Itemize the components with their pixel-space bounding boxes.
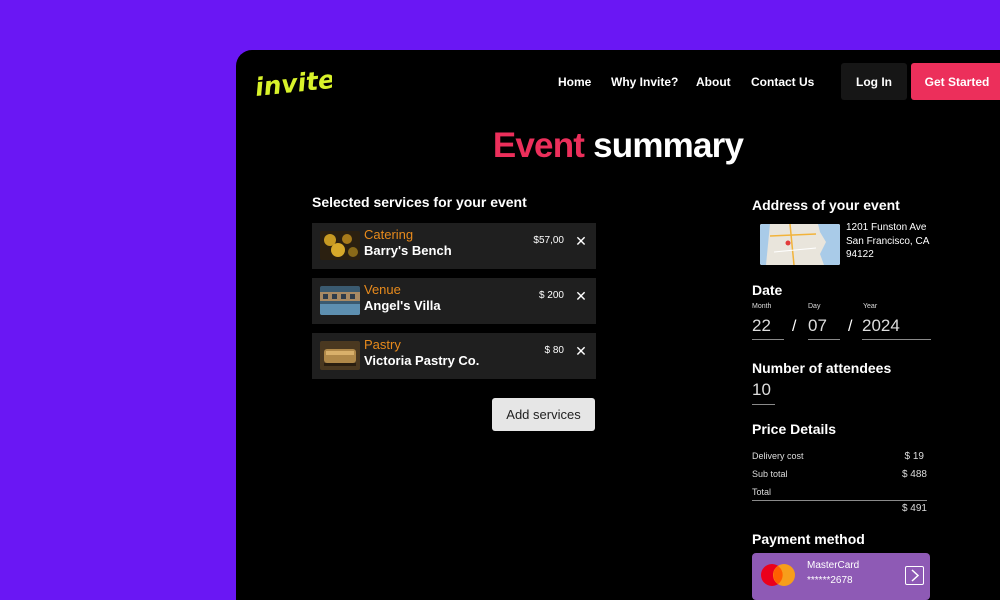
total-label: Total	[752, 487, 772, 497]
day-label: Day	[808, 303, 821, 310]
total-divider	[752, 500, 927, 501]
address-text: 1201 Funston Ave San Francisco, CA 94122	[846, 221, 946, 262]
service-item-venue: Venue Angel's Villa $ 200 ✕	[312, 278, 596, 324]
attendees-heading: Number of attendees	[752, 360, 892, 376]
card-brand: MasterCard	[807, 560, 860, 571]
attendees-field[interactable]: 10	[752, 380, 771, 400]
add-services-button[interactable]: Add services	[492, 398, 595, 431]
month-underline	[752, 339, 784, 340]
payment-card[interactable]: MasterCard ******2678	[752, 553, 930, 600]
day-underline	[808, 339, 840, 340]
year-underline	[862, 339, 931, 340]
pastry-thumbnail	[320, 341, 360, 370]
nav-home[interactable]: Home	[558, 75, 591, 89]
page-title-rest: summary	[593, 126, 744, 165]
service-name: Victoria Pastry Co.	[364, 353, 480, 368]
delivery-row: Delivery cost $ 19	[752, 451, 924, 462]
card-number: ******2678	[807, 575, 853, 586]
map-thumbnail[interactable]	[760, 224, 840, 265]
chevron-right-icon[interactable]	[905, 566, 924, 585]
nav-why-invite[interactable]: Why Invite?	[611, 75, 678, 89]
mastercard-icon	[761, 564, 795, 586]
attendees-underline	[752, 404, 775, 405]
page-title-accent: Event	[492, 126, 585, 165]
address-line-1: 1201 Funston Ave	[846, 222, 927, 233]
get-started-button[interactable]: Get Started	[911, 63, 1000, 100]
close-icon[interactable]: ✕	[574, 288, 588, 305]
login-button[interactable]: Log In	[841, 63, 907, 100]
address-line-2: San Francisco, CA	[846, 235, 930, 247]
close-icon[interactable]: ✕	[574, 233, 588, 250]
service-category: Venue	[364, 282, 401, 297]
year-label: Year	[863, 303, 878, 310]
subtotal-row: Sub total $ 488	[752, 469, 927, 480]
date-separator: /	[792, 318, 797, 335]
address-heading: Address of your event	[752, 197, 900, 213]
service-item-pastry: Pastry Victoria Pastry Co. $ 80 ✕	[312, 333, 596, 379]
venue-thumbnail	[320, 286, 360, 315]
month-label: Month	[752, 303, 772, 310]
top-nav: Home Why Invite? About Contact Us Log In…	[236, 50, 1000, 114]
year-field[interactable]: 2024	[862, 316, 900, 336]
page-title: Event summary	[236, 126, 1000, 166]
nav-about[interactable]: About	[696, 75, 731, 89]
delivery-value: $ 19	[904, 451, 924, 462]
delivery-label: Delivery cost	[752, 451, 804, 461]
service-price: $ 80	[544, 345, 564, 356]
catering-thumbnail	[320, 231, 360, 260]
service-category: Pastry	[364, 337, 401, 352]
month-field[interactable]: 22	[752, 316, 771, 336]
total-value: $ 491	[901, 503, 927, 514]
service-name: Angel's Villa	[364, 298, 441, 313]
nav-contact-us[interactable]: Contact Us	[751, 75, 814, 89]
payment-heading: Payment method	[752, 531, 865, 547]
date-heading: Date	[752, 282, 783, 298]
close-icon[interactable]: ✕	[574, 343, 588, 360]
app-window: invite Home Why Invite? About Contact Us…	[236, 50, 1000, 600]
date-separator: /	[848, 318, 853, 335]
address-line-3: 94122	[846, 249, 874, 260]
service-item-catering: Catering Barry's Bench $57,00 ✕	[312, 223, 596, 269]
day-field[interactable]: 07	[808, 316, 827, 336]
service-price: $57,00	[533, 235, 564, 246]
subtotal-label: Sub total	[752, 469, 788, 479]
service-category: Catering	[364, 227, 414, 242]
service-price: $ 200	[538, 290, 564, 301]
service-name: Barry's Bench	[364, 243, 452, 258]
total-row: Total	[752, 487, 926, 497]
services-heading: Selected services for your event	[312, 194, 527, 210]
price-heading: Price Details	[752, 421, 837, 437]
subtotal-value: $ 488	[901, 469, 927, 480]
